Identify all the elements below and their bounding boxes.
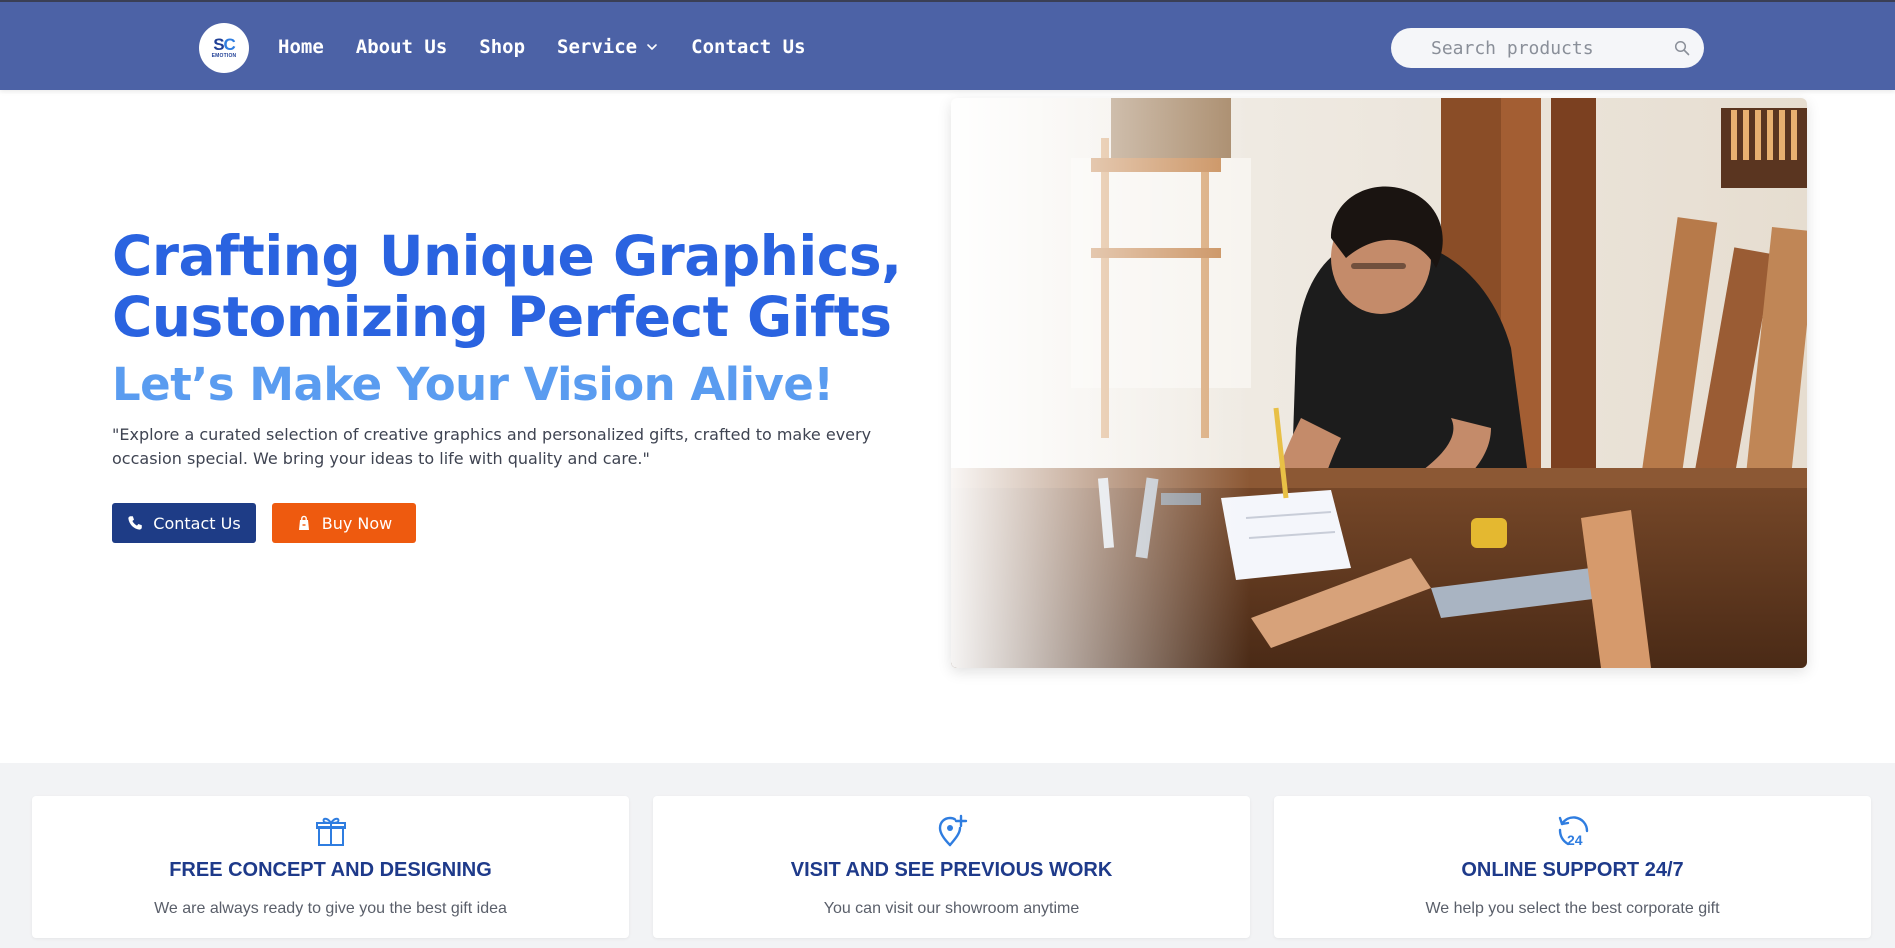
feature-text: We are always ready to give you the best… [154,900,507,917]
contact-us-label: Contact Us [153,513,241,533]
hero-title-line2: Customizing Perfect Gifts [112,285,892,349]
gift-icon [315,817,346,846]
svg-text:24: 24 [1567,832,1583,848]
search-bar [1391,28,1704,68]
support-24-icon: 24 [1558,816,1588,848]
hero-description: "Explore a curated selection of creative… [112,425,872,468]
nav-home-link[interactable]: Home [278,36,324,58]
contact-us-button[interactable]: Contact Us [112,503,256,543]
hero-subtitle: Let’s Make Your Vision Alive! [112,358,834,411]
feature-title: ONLINE SUPPORT 24/7 [1461,859,1684,881]
nav-contact-link[interactable]: Contact Us [691,36,805,58]
craftsman-photo [951,98,1807,668]
nav-service-label: Service [557,36,638,58]
location-plus-icon [938,814,967,847]
hero-title: Crafting Unique Graphics, Customizing Pe… [112,226,932,348]
phone-icon [128,516,143,530]
brand-logo[interactable]: SC EMOTION [199,23,249,73]
shopping-bag-icon [298,515,309,530]
search-icon[interactable] [1674,40,1690,56]
feature-card-concept: FREE CONCEPT AND DESIGNING We are always… [32,796,629,938]
main-nav: Home About Us Shop Service Contact Us [278,2,806,92]
nav-shop-link[interactable]: Shop [479,36,525,58]
nav-service-dropdown[interactable]: Service [557,36,659,58]
hero-image [951,98,1807,668]
top-navbar: SC EMOTION Home About Us Shop Service Co… [0,0,1895,90]
feature-card-visit: VISIT AND SEE PREVIOUS WORK You can visi… [653,796,1250,938]
hero-title-line1: Crafting Unique Graphics, [112,224,902,288]
nav-about-link[interactable]: About Us [356,36,448,58]
search-input[interactable] [1431,37,1674,59]
feature-text: You can visit our showroom anytime [823,900,1080,917]
buy-now-label: Buy Now [321,513,393,533]
chevron-down-icon [647,44,657,50]
feature-card-support: 24 ONLINE SUPPORT 24/7 We help you selec… [1274,796,1871,938]
feature-text: We help you select the best corporate gi… [1425,900,1720,917]
logo-mark: SC [213,35,236,54]
feature-title: VISIT AND SEE PREVIOUS WORK [790,859,1113,881]
feature-title: FREE CONCEPT AND DESIGNING [169,859,492,881]
buy-now-button[interactable]: Buy Now [272,503,416,543]
logo-text: EMOTION [211,53,237,59]
